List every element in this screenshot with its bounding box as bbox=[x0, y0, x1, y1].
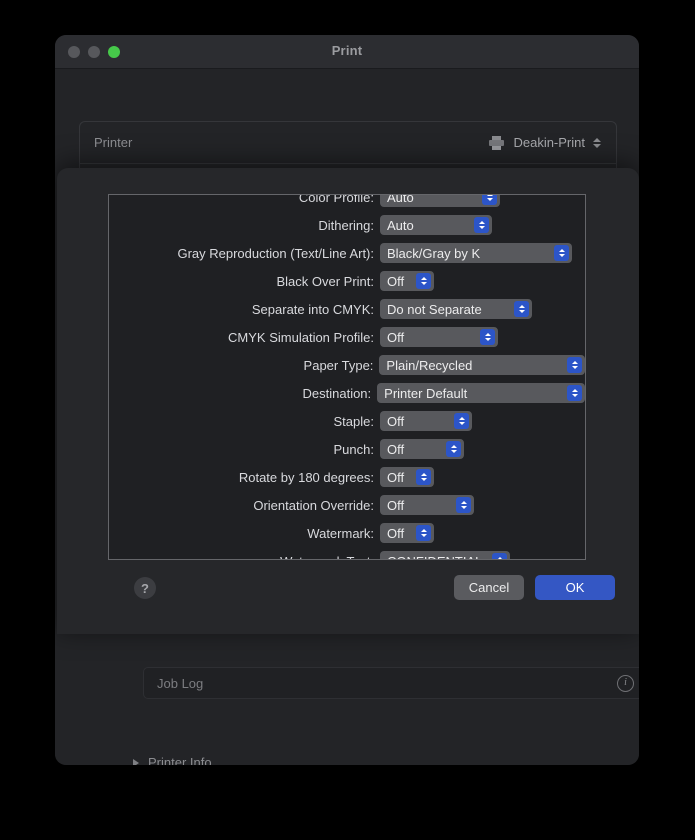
setting-row: CMYK Simulation Profile: Off bbox=[109, 323, 585, 351]
setting-value: Black/Gray by K bbox=[387, 246, 480, 261]
setting-popup-button[interactable]: Do not Separate bbox=[380, 299, 532, 319]
setting-value: Auto bbox=[387, 218, 414, 233]
setting-row: Staple: Off bbox=[109, 407, 585, 435]
chevron-updown-icon bbox=[480, 329, 495, 345]
setting-label: Watermark Text: bbox=[109, 554, 380, 561]
setting-label: Staple: bbox=[109, 414, 380, 429]
chevron-updown-icon bbox=[474, 217, 489, 233]
setting-popup-button[interactable]: Black/Gray by K bbox=[380, 243, 572, 263]
setting-value: Off bbox=[387, 330, 404, 345]
printer-icon bbox=[489, 136, 504, 150]
setting-label: Black Over Print: bbox=[109, 274, 380, 289]
setting-value: Off bbox=[387, 274, 404, 289]
sheet-ok-button[interactable]: OK bbox=[535, 575, 615, 600]
setting-label: Paper Type: bbox=[109, 358, 379, 373]
setting-row: Paper Type: Plain/Recycled bbox=[109, 351, 585, 379]
settings-panel: Color Profile: Auto Dithering: Auto Gray Rep… bbox=[108, 194, 586, 560]
chevron-updown-icon bbox=[492, 553, 507, 560]
setting-label: Orientation Override: bbox=[109, 498, 380, 513]
setting-value: Printer Default bbox=[384, 386, 467, 401]
setting-popup-button[interactable]: Off bbox=[380, 467, 434, 487]
chevron-updown-icon bbox=[482, 194, 497, 205]
setting-value: Plain/Recycled bbox=[386, 358, 472, 373]
window-titlebar: Print bbox=[55, 35, 639, 69]
setting-popup-button[interactable]: Auto bbox=[380, 215, 492, 235]
setting-popup-button[interactable]: Auto bbox=[380, 194, 500, 207]
setting-label: Watermark: bbox=[109, 526, 380, 541]
chevron-updown-icon bbox=[454, 413, 469, 429]
setting-label: Dithering: bbox=[109, 218, 380, 233]
chevron-updown-icon bbox=[514, 301, 529, 317]
printer-features-sheet: Color Profile: Auto Dithering: Auto Gray Rep… bbox=[57, 168, 639, 634]
chevron-updown-icon bbox=[591, 134, 602, 151]
sheet-help-button[interactable]: ? bbox=[134, 577, 156, 599]
setting-row: Punch: Off bbox=[109, 435, 585, 463]
job-log-row[interactable]: Job Log i bbox=[143, 667, 639, 699]
chevron-updown-icon bbox=[416, 525, 431, 541]
setting-label: CMYK Simulation Profile: bbox=[109, 330, 380, 345]
disclosure-triangle-icon[interactable] bbox=[133, 759, 139, 766]
setting-popup-button[interactable]: Printer Default bbox=[377, 383, 585, 403]
sheet-cancel-button[interactable]: Cancel bbox=[454, 575, 524, 600]
setting-row: Watermark Text: CONFIDENTIAL bbox=[109, 547, 585, 560]
setting-row: Gray Reproduction (Text/Line Art): Black/… bbox=[109, 239, 585, 267]
setting-value: Off bbox=[387, 526, 404, 541]
setting-label: Separate into CMYK: bbox=[109, 302, 380, 317]
chevron-updown-icon bbox=[554, 245, 569, 261]
setting-row: Orientation Override: Off bbox=[109, 491, 585, 519]
info-icon[interactable]: i bbox=[617, 675, 634, 692]
setting-popup-button[interactable]: Off bbox=[380, 271, 434, 291]
setting-popup-button[interactable]: Off bbox=[380, 327, 498, 347]
chevron-updown-icon bbox=[416, 469, 431, 485]
printer-label: Printer bbox=[94, 135, 132, 150]
setting-label: Gray Reproduction (Text/Line Art): bbox=[109, 246, 380, 261]
setting-popup-button[interactable]: Off bbox=[380, 495, 474, 515]
setting-label: Destination: bbox=[109, 386, 377, 401]
job-log-label: Job Log bbox=[157, 676, 203, 691]
settings-list: Color Profile: Auto Dithering: Auto Gray Rep… bbox=[109, 194, 585, 560]
sheet-footer: ? Cancel OK bbox=[57, 566, 639, 616]
setting-label: Punch: bbox=[109, 442, 380, 457]
setting-row: Dithering: Auto bbox=[109, 211, 585, 239]
setting-value: Off bbox=[387, 414, 404, 429]
printer-value: Deakin-Print bbox=[513, 135, 585, 150]
setting-popup-button[interactable]: Off bbox=[380, 439, 464, 459]
chevron-updown-icon bbox=[446, 441, 461, 457]
setting-value: Off bbox=[387, 442, 404, 457]
setting-value: Do not Separate bbox=[387, 302, 482, 317]
setting-label: Color Profile: bbox=[109, 194, 380, 205]
printer-row[interactable]: Printer Deakin-Print bbox=[80, 122, 616, 163]
setting-row: Color Profile: Auto bbox=[109, 194, 585, 211]
setting-row: Black Over Print: Off bbox=[109, 267, 585, 295]
printer-popup[interactable]: Deakin-Print bbox=[489, 134, 602, 151]
printer-info-section[interactable]: Printer Info bbox=[133, 755, 212, 765]
setting-value: Off bbox=[387, 498, 404, 513]
setting-value: Auto bbox=[387, 194, 414, 205]
setting-row: Separate into CMYK: Do not Separate bbox=[109, 295, 585, 323]
setting-popup-button[interactable]: Off bbox=[380, 523, 434, 543]
printer-info-label: Printer Info bbox=[148, 755, 212, 765]
chevron-updown-icon bbox=[567, 357, 582, 373]
window-title: Print bbox=[55, 43, 639, 58]
setting-row: Rotate by 180 degrees: Off bbox=[109, 463, 585, 491]
chevron-updown-icon bbox=[567, 385, 582, 401]
setting-value: Off bbox=[387, 470, 404, 485]
setting-popup-button[interactable]: CONFIDENTIAL bbox=[380, 551, 510, 560]
chevron-updown-icon bbox=[456, 497, 471, 513]
setting-popup-button[interactable]: Off bbox=[380, 411, 472, 431]
setting-label: Rotate by 180 degrees: bbox=[109, 470, 380, 485]
setting-popup-button[interactable]: Plain/Recycled bbox=[379, 355, 585, 375]
setting-row: Watermark: Off bbox=[109, 519, 585, 547]
chevron-updown-icon bbox=[416, 273, 431, 289]
setting-row: Destination: Printer Default bbox=[109, 379, 585, 407]
setting-value: CONFIDENTIAL bbox=[387, 554, 482, 561]
